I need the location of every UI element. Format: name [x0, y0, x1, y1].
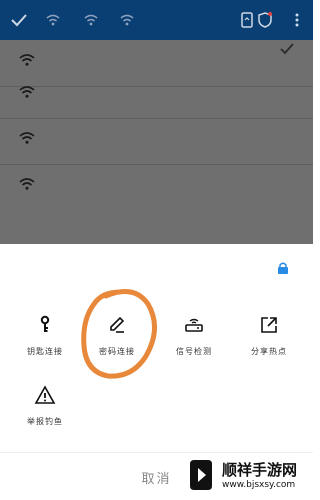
- wifi-signal-icon: [82, 11, 100, 29]
- wifi-icon: [18, 175, 36, 193]
- shield-icon: [256, 11, 274, 29]
- wifi-signal-icon: [118, 11, 136, 29]
- password-connect-button[interactable]: 密码连接: [78, 314, 156, 372]
- phone-device-icon: [238, 11, 256, 29]
- wifi-icon: [18, 83, 36, 101]
- wifi-signal-icon: [44, 11, 62, 29]
- action-label: 分享热点: [251, 347, 287, 356]
- action-label: 钥匙连接: [27, 347, 63, 356]
- key-connect-button[interactable]: 钥匙连接: [6, 314, 84, 372]
- action-label: 举报钓鱼: [27, 417, 63, 426]
- watermark: 顺祥手游网 www.bjsxsy.com: [186, 456, 310, 496]
- lock-icon: [276, 260, 290, 274]
- signal-test-button[interactable]: 信号检测: [155, 314, 233, 372]
- watermark-url: www.bjsxsy.com: [222, 480, 296, 490]
- wifi-list-item[interactable]: [0, 164, 313, 210]
- wifi-icon: [18, 51, 36, 69]
- site-logo-icon: [186, 458, 216, 492]
- wifi-list-item[interactable]: [0, 118, 313, 165]
- share-external-icon: [258, 314, 280, 336]
- warning-icon: [34, 384, 56, 406]
- action-label: 信号检测: [176, 347, 212, 356]
- key-icon: [34, 314, 56, 336]
- watermark-name: 顺祥手游网: [222, 461, 298, 479]
- status-bar: [0, 0, 313, 40]
- action-label: 密码连接: [99, 347, 135, 356]
- pencil-icon: [106, 314, 128, 336]
- router-icon: [183, 314, 205, 336]
- more-vert-icon[interactable]: [288, 11, 306, 29]
- report-phishing-button[interactable]: 举报钓鱼: [6, 384, 84, 442]
- wifi-list-overlay: [0, 40, 313, 244]
- wifi-icon: [18, 129, 36, 147]
- wifi-list-item[interactable]: [0, 72, 313, 119]
- check-icon: [10, 11, 28, 29]
- divider: [0, 452, 313, 453]
- share-hotspot-button[interactable]: 分享热点: [230, 314, 308, 372]
